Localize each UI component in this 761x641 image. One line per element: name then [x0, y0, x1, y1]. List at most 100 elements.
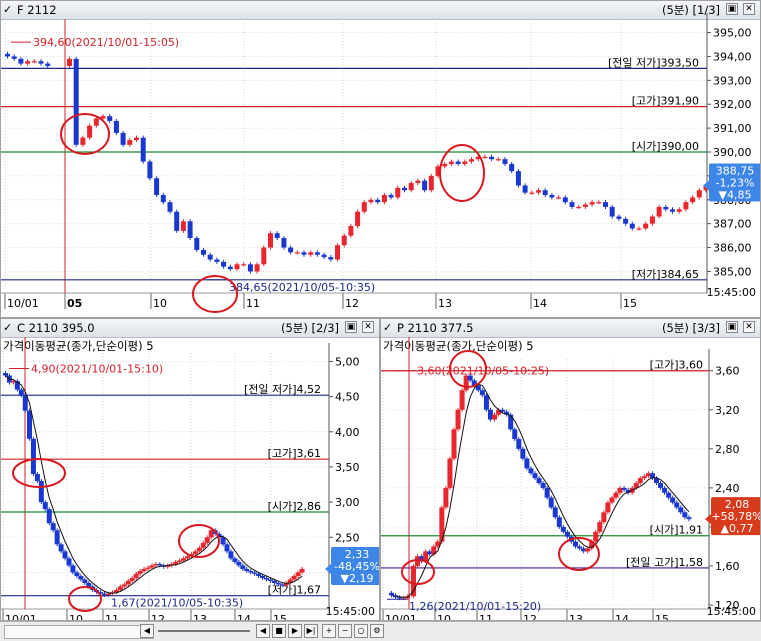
scrollbar-track[interactable] — [4, 625, 154, 639]
candle-body — [38, 61, 44, 64]
y-tick-label: 386,00 — [713, 242, 752, 255]
candle-body — [271, 580, 277, 584]
candle-body — [621, 487, 627, 490]
annotation-label: 4,90(2021/10/01-15:10) — [31, 362, 163, 375]
y-tick-label: 391,00 — [713, 122, 752, 135]
candle-body — [244, 568, 250, 572]
current-change: ▼4,85 — [719, 188, 752, 201]
put-title-bar[interactable]: ✓ P 2110 377.5 (5분) [3/3] ▣ ✕ — [381, 319, 760, 338]
candle-body — [274, 233, 280, 238]
candle-body — [80, 137, 86, 145]
zoom-slider[interactable] — [158, 630, 250, 632]
play-forward-icon[interactable]: ▶ — [288, 624, 302, 638]
candle-body — [666, 492, 672, 498]
candle-body — [585, 548, 591, 552]
candle-body — [609, 497, 615, 503]
candle-body — [516, 439, 522, 449]
settings-icon[interactable]: ⚙ — [370, 624, 384, 638]
close-icon[interactable]: ✕ — [362, 321, 374, 333]
put-chart-window: ✓ P 2110 377.5 (5분) [3/3] ▣ ✕ 가격이동평균(종가,… — [380, 318, 761, 621]
x-tick-label: 11 — [246, 297, 260, 310]
current-change: ▼2,19 — [341, 572, 374, 585]
candle-body — [18, 389, 24, 396]
candle-body — [560, 526, 566, 532]
candle-body — [254, 264, 260, 272]
candle-body — [562, 197, 568, 203]
zoom-in-icon[interactable]: + — [322, 624, 336, 638]
reference-label: [전일 고가]1,58 — [626, 555, 703, 569]
x-tick-label: 10 — [153, 297, 167, 310]
candle-body — [408, 183, 414, 191]
candle-body — [207, 254, 213, 260]
x-tick-label: 12 — [345, 297, 359, 310]
reference-label: [저가]384,65 — [632, 268, 699, 281]
candle-body — [502, 159, 508, 164]
candle-body — [38, 481, 44, 503]
candle-body — [50, 523, 56, 531]
play-back-icon[interactable]: ◀ — [256, 624, 270, 638]
y-tick-label: 3,60 — [715, 365, 740, 378]
candle-body — [582, 204, 588, 207]
candle-body — [117, 586, 123, 591]
check-icon: ✓ — [3, 321, 13, 334]
check-icon: ✓ — [3, 3, 13, 16]
candle-body — [637, 478, 643, 483]
candle-body — [447, 458, 453, 488]
x-tick-label: 11 — [479, 613, 493, 621]
close-icon[interactable]: ✕ — [743, 3, 755, 15]
candle-body — [107, 116, 113, 121]
candle-body — [201, 249, 206, 255]
stop-icon[interactable]: ■ — [272, 624, 286, 638]
candle-body — [42, 502, 48, 510]
main-title-bar[interactable]: ✓ F 2112 (5분) [1/3] ▣ ✕ — [1, 1, 760, 20]
y-tick-label: 1,60 — [715, 560, 740, 573]
candle-body — [690, 197, 696, 203]
x-tick-label: 11 — [105, 613, 119, 621]
candle-body — [149, 565, 155, 568]
x-tick-label: 10/01 — [5, 613, 37, 621]
candle-body — [528, 468, 534, 474]
candle-body — [593, 531, 599, 542]
candle-body — [482, 156, 488, 158]
candle-body — [31, 61, 37, 63]
candle-body — [532, 473, 538, 479]
zoom-out-icon[interactable]: − — [338, 624, 352, 638]
candle-body — [295, 572, 301, 576]
main-candle-chart[interactable]: 10/01 05 10 11 12 13 14 15 395,00 394,00 393,00 392… — [1, 13, 761, 318]
candle-body — [601, 512, 607, 523]
candle-body — [299, 568, 305, 573]
call-title-bar[interactable]: ✓ C 2110 395.0 (5분) [2/3] ▣ ✕ — [1, 319, 379, 338]
candle-body — [520, 448, 526, 459]
candle-body — [548, 497, 554, 508]
candle-body — [321, 254, 327, 258]
close-icon[interactable]: ✕ — [743, 321, 755, 333]
candle-body — [609, 206, 615, 217]
highlight-circle — [558, 537, 600, 571]
candle-body — [224, 544, 230, 552]
candle-body — [157, 564, 163, 566]
maximize-icon[interactable]: ▣ — [345, 321, 357, 333]
candle-body — [597, 522, 603, 532]
candle-body — [686, 517, 692, 520]
zoom-reset-icon[interactable]: ○ — [354, 624, 368, 638]
candle-body — [121, 584, 127, 587]
annotation-label: 1,67(2021/10/05-10:35) — [111, 597, 243, 610]
candle-body — [483, 395, 489, 410]
candle-body — [641, 476, 647, 479]
scroll-left-icon[interactable]: ◀ — [140, 624, 154, 638]
maximize-icon[interactable]: ▣ — [726, 321, 738, 333]
maximize-icon[interactable]: ▣ — [726, 3, 738, 15]
candle-body — [552, 507, 558, 518]
end-icon[interactable]: ▶| — [304, 624, 318, 638]
candle-body — [522, 185, 528, 193]
candle-body — [260, 575, 266, 579]
put-end-time: 15:45:00 — [706, 605, 756, 618]
call-candle-chart[interactable]: 10/01 10 11 12 13 14 15 5,00 4,50 4,00 3,50 3,00 2,5… — [1, 337, 380, 621]
candle-body — [268, 233, 273, 248]
candle-body — [509, 163, 515, 172]
candle-body — [308, 252, 314, 255]
put-candle-chart[interactable]: 10/011011121314153,603,202,802,402,001,6… — [381, 337, 761, 621]
candle-body — [636, 228, 642, 230]
reference-label: [저가]1,67 — [268, 584, 321, 597]
x-tick-label: 13 — [569, 613, 583, 621]
